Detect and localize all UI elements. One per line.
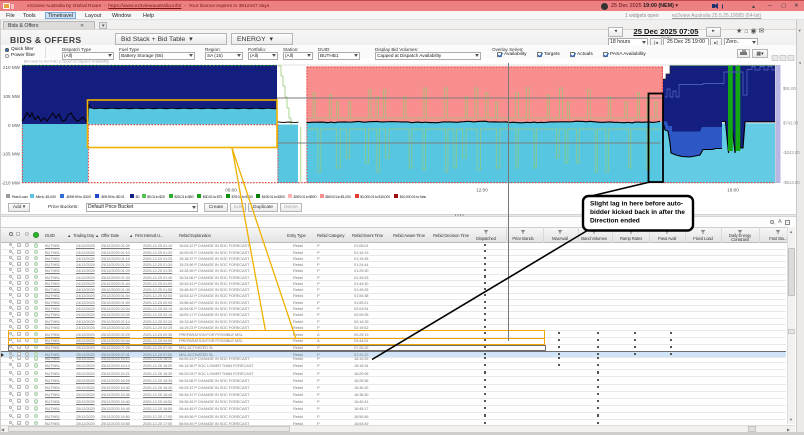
svg-text:0 MW: 0 MW	[8, 123, 21, 128]
svg-text:$742.00: $742.00	[783, 121, 799, 126]
svg-text:18:00: 18:00	[727, 188, 739, 193]
svg-text:06:00: 06:00	[225, 188, 237, 193]
svg-text:105 MW: 105 MW	[3, 94, 21, 99]
svg-text:12:00: 12:00	[476, 188, 488, 193]
svg-text:Direction ended: Direction ended	[590, 218, 640, 225]
svg-text:-$514.00: -$514.00	[783, 180, 800, 185]
svg-text:-210 MW: -210 MW	[1, 181, 20, 186]
svg-text:-$243.00: -$243.00	[783, 150, 800, 155]
svg-text:$91.00: $91.00	[783, 86, 796, 91]
svg-text:bidder kicked back in after th: bidder kicked back in after the	[590, 209, 685, 216]
svg-text:210 MW: 210 MW	[3, 65, 21, 70]
svg-text:Bid stack for BUTHB1 (Capped a: Bid stack for BUTHB1 (Capped at Dispatch…	[24, 59, 109, 63]
svg-text:Slight lag in here before auto: Slight lag in here before auto-	[590, 201, 683, 208]
svg-text:-105 MW: -105 MW	[1, 152, 20, 157]
